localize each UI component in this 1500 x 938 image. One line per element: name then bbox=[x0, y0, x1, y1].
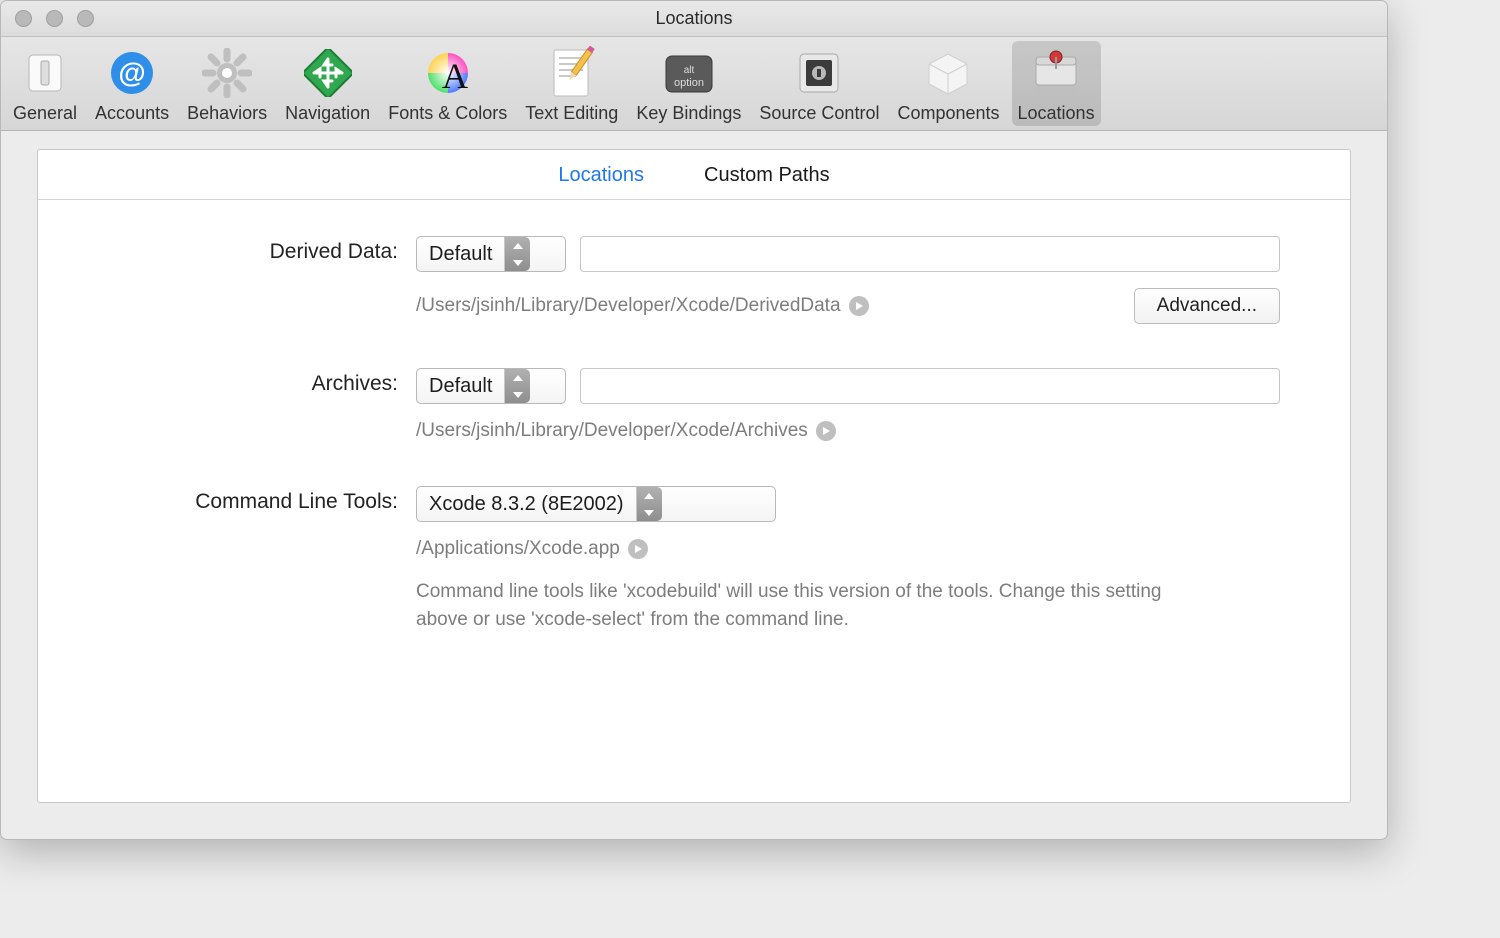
svg-text:option: option bbox=[674, 77, 704, 89]
toolbar-label: Behaviors bbox=[187, 103, 267, 124]
toolbar-item-behaviors[interactable]: Behaviors bbox=[181, 41, 273, 126]
toolbar-label: Fonts & Colors bbox=[388, 103, 507, 124]
toolbar-item-components[interactable]: Components bbox=[891, 41, 1005, 126]
segmented-tabs: Locations Custom Paths bbox=[38, 150, 1350, 200]
toolbar-item-fonts-colors[interactable]: A Fonts & Colors bbox=[382, 41, 513, 126]
key-bindings-icon: alt option bbox=[661, 45, 717, 101]
row-derived-data: Derived Data: Default bbox=[108, 236, 1280, 324]
toolbar-label: Source Control bbox=[759, 103, 879, 124]
behaviors-icon bbox=[199, 45, 255, 101]
toolbar-item-general[interactable]: General bbox=[7, 41, 83, 126]
tab-locations[interactable]: Locations bbox=[558, 164, 644, 187]
toolbar-label: Key Bindings bbox=[636, 103, 741, 124]
archives-popup-value: Default bbox=[429, 375, 492, 398]
content-area: Locations Custom Paths Derived Data: Def… bbox=[1, 131, 1387, 839]
command-line-tools-hint: Command line tools like 'xcodebuild' wil… bbox=[416, 578, 1216, 633]
derived-data-path-field[interactable] bbox=[580, 236, 1280, 272]
locations-form: Derived Data: Default bbox=[38, 200, 1350, 677]
row-archives: Archives: Default bbox=[108, 368, 1280, 442]
reveal-in-finder-icon[interactable] bbox=[628, 539, 648, 559]
toolbar-item-navigation[interactable]: Navigation bbox=[279, 41, 376, 126]
components-icon bbox=[920, 45, 976, 101]
preferences-window: Locations General @ Accounts bbox=[0, 0, 1388, 840]
fonts-colors-icon: A bbox=[420, 45, 476, 101]
archives-path-field[interactable] bbox=[580, 368, 1280, 404]
navigation-icon bbox=[300, 45, 356, 101]
svg-text:alt: alt bbox=[684, 65, 695, 76]
popup-stepper-icon bbox=[504, 237, 530, 271]
general-icon bbox=[17, 45, 73, 101]
archives-popup[interactable]: Default bbox=[416, 368, 566, 404]
toolbar-label: Components bbox=[897, 103, 999, 124]
accounts-icon: @ bbox=[104, 45, 160, 101]
command-line-tools-path-text: /Applications/Xcode.app bbox=[416, 538, 620, 560]
zoom-window-button[interactable] bbox=[77, 10, 94, 27]
reveal-in-finder-icon[interactable] bbox=[849, 296, 869, 316]
toolbar-item-source-control[interactable]: Source Control bbox=[753, 41, 885, 126]
minimize-window-button[interactable] bbox=[46, 10, 63, 27]
toolbar-label: Accounts bbox=[95, 103, 169, 124]
toolbar-label: Locations bbox=[1018, 103, 1095, 124]
command-line-tools-popup[interactable]: Xcode 8.3.2 (8E2002) bbox=[416, 486, 776, 522]
toolbar-item-accounts[interactable]: @ Accounts bbox=[89, 41, 175, 126]
archives-path-text: /Users/jsinh/Library/Developer/Xcode/Arc… bbox=[416, 420, 808, 442]
locations-icon bbox=[1028, 45, 1084, 101]
toolbar-label: Text Editing bbox=[525, 103, 618, 124]
window-title: Locations bbox=[1, 8, 1387, 29]
window-controls bbox=[15, 10, 94, 27]
svg-text:@: @ bbox=[118, 57, 145, 88]
advanced-button[interactable]: Advanced... bbox=[1134, 288, 1280, 324]
content-panel: Locations Custom Paths Derived Data: Def… bbox=[37, 149, 1351, 803]
label-derived-data: Derived Data: bbox=[108, 236, 398, 264]
toolbar-item-key-bindings[interactable]: alt option Key Bindings bbox=[630, 41, 747, 126]
derived-data-popup[interactable]: Default bbox=[416, 236, 566, 272]
source-control-icon bbox=[791, 45, 847, 101]
label-command-line-tools: Command Line Tools: bbox=[108, 486, 398, 514]
toolbar-label: Navigation bbox=[285, 103, 370, 124]
popup-stepper-icon bbox=[504, 369, 530, 403]
svg-text:A: A bbox=[442, 56, 468, 96]
command-line-tools-popup-value: Xcode 8.3.2 (8E2002) bbox=[429, 493, 624, 516]
tab-custom-paths[interactable]: Custom Paths bbox=[704, 164, 830, 187]
toolbar-item-locations[interactable]: Locations bbox=[1012, 41, 1101, 126]
titlebar: Locations bbox=[1, 1, 1387, 37]
label-archives: Archives: bbox=[108, 368, 398, 396]
preferences-toolbar: General @ Accounts bbox=[1, 37, 1387, 131]
toolbar-label: General bbox=[13, 103, 77, 124]
reveal-in-finder-icon[interactable] bbox=[816, 421, 836, 441]
row-command-line-tools: Command Line Tools: Xcode 8.3.2 (8E2002) bbox=[108, 486, 1280, 633]
text-editing-icon bbox=[544, 45, 600, 101]
popup-stepper-icon bbox=[636, 487, 662, 521]
close-window-button[interactable] bbox=[15, 10, 32, 27]
derived-data-popup-value: Default bbox=[429, 243, 492, 266]
toolbar-item-text-editing[interactable]: Text Editing bbox=[519, 41, 624, 126]
derived-data-path-text: /Users/jsinh/Library/Developer/Xcode/Der… bbox=[416, 295, 841, 317]
